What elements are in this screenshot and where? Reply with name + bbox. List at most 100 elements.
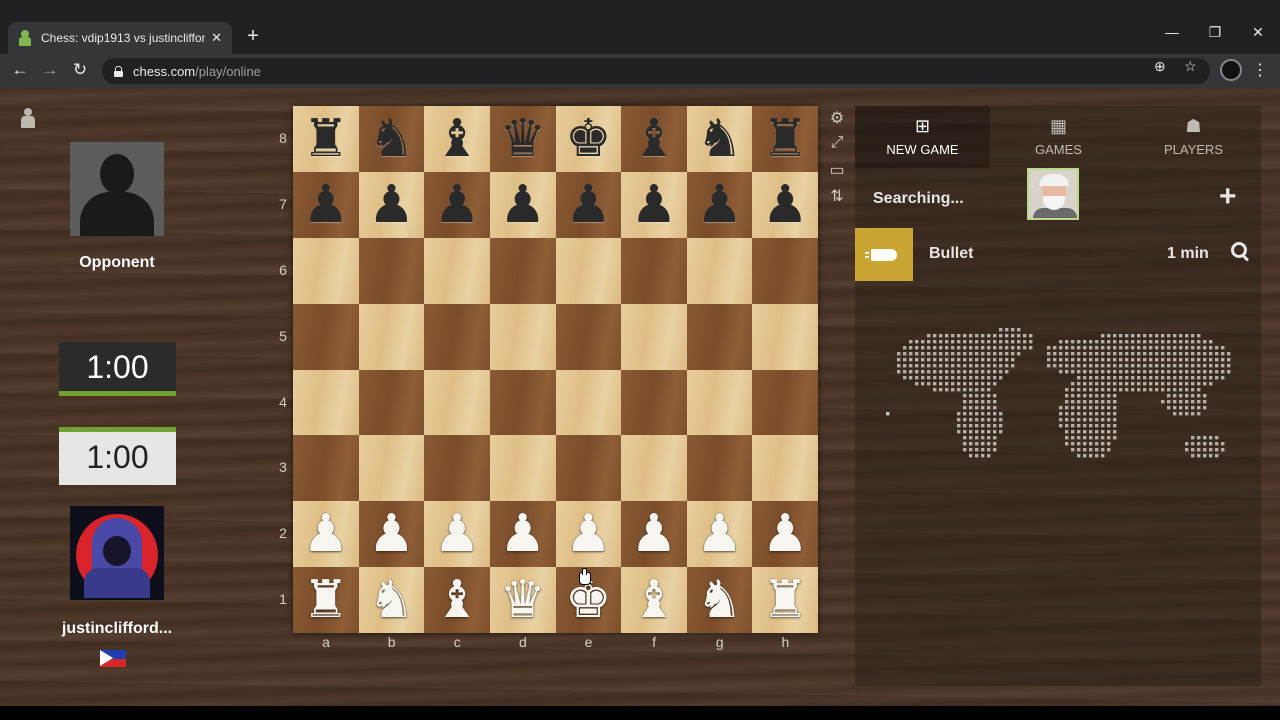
tab-games[interactable]: ▦ GAMES [991, 106, 1126, 168]
square-g5[interactable] [686, 303, 753, 370]
black-rook-icon[interactable]: ♜ [303, 113, 350, 165]
square-d6[interactable] [489, 237, 556, 304]
restore-button[interactable]: ❐ [1205, 24, 1225, 41]
white-rook-icon[interactable]: ♜ [303, 574, 350, 626]
black-bishop-icon[interactable]: ♝ [434, 113, 481, 165]
square-f4[interactable] [621, 369, 687, 436]
flip-board-icon[interactable]: ⇅ [827, 186, 847, 206]
square-g6[interactable] [686, 237, 753, 304]
square-e4[interactable] [555, 369, 622, 436]
black-pawn-icon[interactable]: ♟ [565, 179, 612, 231]
white-pawn-icon[interactable]: ♟ [434, 508, 481, 560]
white-pawn-icon[interactable]: ♟ [631, 508, 678, 560]
square-d5[interactable] [489, 303, 556, 370]
search-icon[interactable] [1231, 242, 1249, 260]
square-a1[interactable]: ♜ [293, 567, 359, 633]
square-h6[interactable] [752, 237, 818, 304]
player-name[interactable]: justinclifford... [40, 620, 194, 638]
reload-button[interactable]: ↻ [69, 60, 91, 80]
minimize-button[interactable]: — [1162, 24, 1182, 40]
square-g7[interactable]: ♟ [686, 171, 753, 238]
square-a6[interactable] [293, 237, 359, 304]
square-b4[interactable] [358, 369, 425, 436]
white-bishop-icon[interactable]: ♝ [434, 574, 481, 626]
square-h1[interactable]: ♜ [752, 567, 818, 633]
square-g8[interactable]: ♞ [686, 106, 753, 172]
time-control-row[interactable]: Bullet 1 min [913, 228, 1261, 281]
expand-icon[interactable]: ⤢ [827, 134, 847, 152]
square-c2[interactable]: ♟ [424, 501, 490, 568]
square-b5[interactable] [358, 303, 425, 370]
white-pawn-icon[interactable]: ♟ [499, 508, 546, 560]
square-f7[interactable]: ♟ [621, 171, 687, 238]
square-f5[interactable] [621, 303, 687, 370]
lock-icon[interactable] [114, 65, 123, 77]
square-h4[interactable] [752, 369, 818, 436]
window-close-button[interactable]: ✕ [1248, 24, 1268, 41]
square-e5[interactable] [555, 303, 622, 370]
square-b7[interactable]: ♟ [358, 171, 425, 238]
square-h7[interactable]: ♟ [752, 171, 818, 238]
square-h3[interactable] [752, 435, 818, 502]
square-d1[interactable]: ♛ [489, 567, 556, 633]
square-b2[interactable]: ♟ [358, 501, 425, 568]
square-c3[interactable] [424, 435, 490, 502]
square-a7[interactable]: ♟ [293, 171, 359, 238]
black-rook-icon[interactable]: ♜ [762, 113, 809, 165]
browser-tab[interactable]: Chess: vdip1913 vs justinclifford ✕ [8, 22, 232, 54]
white-pawn-icon[interactable]: ♟ [368, 508, 415, 560]
address-bar[interactable]: chess.com/play/online [102, 58, 1210, 84]
forward-button[interactable]: → [39, 60, 61, 80]
square-e8[interactable]: ♚ [555, 106, 622, 172]
white-bishop-icon[interactable]: ♝ [631, 574, 678, 626]
theater-mode-icon[interactable]: ▭ [827, 160, 847, 180]
white-knight-icon[interactable]: ♞ [696, 574, 743, 626]
square-e2[interactable]: ♟ [555, 501, 622, 568]
add-icon[interactable]: + [1219, 182, 1237, 212]
chess-logo-pawn-icon[interactable] [20, 108, 36, 130]
black-king-icon[interactable]: ♚ [565, 113, 612, 165]
tab-new-game[interactable]: ⊞ NEW GAME [855, 106, 990, 168]
square-h5[interactable] [752, 303, 818, 370]
zoom-icon[interactable]: ⊕ [1154, 58, 1166, 75]
square-e3[interactable] [555, 435, 622, 502]
square-d7[interactable]: ♟ [489, 171, 556, 238]
white-rook-icon[interactable]: ♜ [762, 574, 809, 626]
square-f1[interactable]: ♝ [621, 567, 687, 633]
browser-menu-icon[interactable]: ⋮ [1252, 60, 1268, 80]
square-a3[interactable] [293, 435, 359, 502]
square-d4[interactable] [489, 369, 556, 436]
black-pawn-icon[interactable]: ♟ [303, 179, 350, 231]
black-pawn-icon[interactable]: ♟ [499, 179, 546, 231]
square-g3[interactable] [686, 435, 753, 502]
square-c4[interactable] [424, 369, 490, 436]
square-a8[interactable]: ♜ [293, 106, 359, 172]
square-f6[interactable] [621, 237, 687, 304]
back-button[interactable]: ← [9, 60, 31, 80]
square-e7[interactable]: ♟ [555, 171, 622, 238]
square-g4[interactable] [686, 369, 753, 436]
black-knight-icon[interactable]: ♞ [696, 113, 743, 165]
new-tab-button[interactable]: + [242, 25, 264, 48]
black-bishop-icon[interactable]: ♝ [631, 113, 678, 165]
square-c5[interactable] [424, 303, 490, 370]
square-d3[interactable] [489, 435, 556, 502]
white-pawn-icon[interactable]: ♟ [696, 508, 743, 560]
square-b1[interactable]: ♞ [358, 567, 425, 633]
square-a2[interactable]: ♟ [293, 501, 359, 568]
square-f8[interactable]: ♝ [621, 106, 687, 172]
square-f3[interactable] [621, 435, 687, 502]
black-pawn-icon[interactable]: ♟ [631, 179, 678, 231]
square-c1[interactable]: ♝ [424, 567, 490, 633]
square-g1[interactable]: ♞ [686, 567, 753, 633]
black-pawn-icon[interactable]: ♟ [696, 179, 743, 231]
white-pawn-icon[interactable]: ♟ [762, 508, 809, 560]
square-c8[interactable]: ♝ [424, 106, 490, 172]
square-d2[interactable]: ♟ [489, 501, 556, 568]
square-b6[interactable] [358, 237, 425, 304]
black-pawn-icon[interactable]: ♟ [434, 179, 481, 231]
black-pawn-icon[interactable]: ♟ [368, 179, 415, 231]
settings-icon[interactable]: ⚙ [827, 108, 847, 128]
square-g2[interactable]: ♟ [686, 501, 753, 568]
square-h2[interactable]: ♟ [752, 501, 818, 568]
